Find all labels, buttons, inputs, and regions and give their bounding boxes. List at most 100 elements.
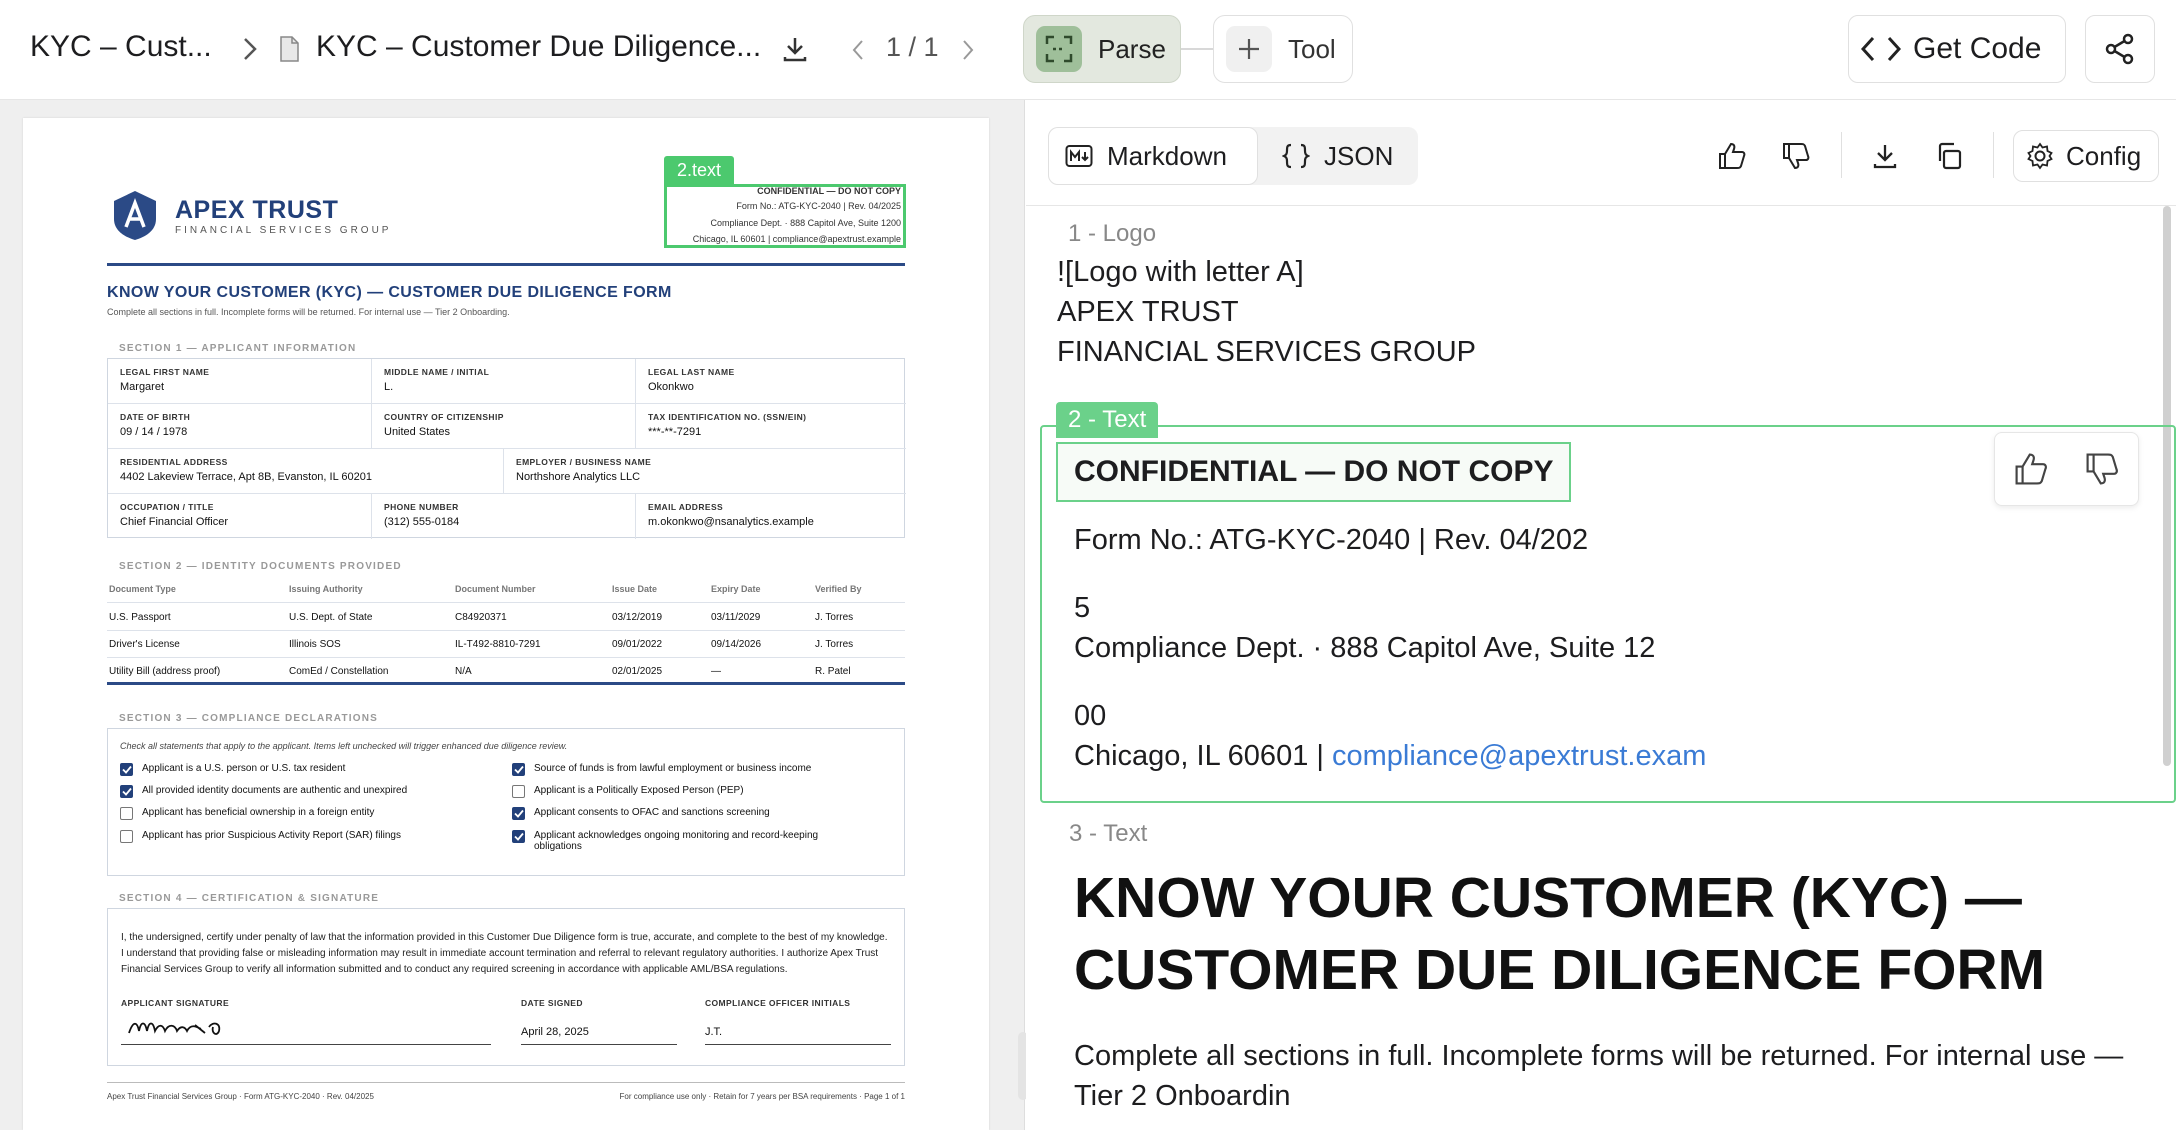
field-value: Okonkwo — [648, 381, 694, 393]
tool-label: Tool — [1288, 33, 1336, 64]
field-citizenship: COUNTRY OF CITIZENSHIP United States — [372, 404, 636, 449]
table-cell: 03/12/2019 — [612, 612, 663, 623]
table-cell: IL-T492-8810-7291 — [455, 639, 541, 650]
top-bar: KYC – Cust... KYC – Customer Due Diligen… — [0, 0, 2176, 100]
format-tabs: Markdown JSON — [1048, 127, 1418, 185]
chevron-right-icon — [236, 34, 264, 64]
document-icon — [277, 34, 301, 64]
toolbar-separator — [1841, 132, 1842, 178]
table-cell: U.S. Passport — [109, 612, 171, 623]
breadcrumb-root[interactable]: KYC – Cust... — [30, 30, 212, 64]
table-cell: U.S. Dept. of State — [289, 612, 373, 623]
share-button[interactable] — [2085, 15, 2155, 83]
plus-icon — [1226, 26, 1272, 72]
table-cell: 09/01/2022 — [612, 639, 663, 650]
thumbs-up-icon[interactable] — [2013, 451, 2049, 487]
field-label: EMAIL ADDRESS — [648, 502, 724, 512]
date-line — [521, 1044, 677, 1045]
next-page-icon[interactable] — [958, 36, 978, 64]
connector-line — [1181, 48, 1213, 50]
declaration-item: All provided identity documents are auth… — [120, 785, 407, 798]
column-header: Verified By — [815, 584, 862, 594]
brand-subtitle: FINANCIAL SERVICES GROUP — [175, 225, 392, 236]
initials-value: J.T. — [705, 1026, 723, 1038]
download-icon[interactable] — [778, 32, 812, 66]
thumbs-up-icon[interactable] — [1714, 138, 1750, 174]
field-value: L. — [384, 381, 394, 393]
field-middle-name: MIDDLE NAME / INITIAL L. — [372, 359, 636, 404]
detected-block-tag[interactable]: 2.text — [664, 156, 734, 184]
section2-label: SECTION 2 — IDENTITY DOCUMENTS PROVIDED — [119, 561, 402, 572]
brand-name: APEX TRUST — [175, 196, 339, 224]
block-text-line: 5 — [1074, 592, 1091, 624]
table-cell: — — [711, 666, 721, 677]
email-link[interactable]: compliance@apextrust.exam — [1332, 740, 1706, 772]
table-cell: 03/11/2029 — [711, 612, 761, 623]
tool-button[interactable]: Tool — [1213, 15, 1353, 83]
download-output-icon[interactable] — [1867, 138, 1903, 174]
code-icon — [1861, 35, 1901, 63]
field-value: United States — [384, 426, 451, 438]
section4-label: SECTION 4 — CERTIFICATION & SIGNATURE — [119, 893, 380, 904]
tab-markdown[interactable]: Markdown — [1048, 127, 1258, 185]
identity-documents-table: Document Type Issuing Authority Document… — [107, 576, 905, 686]
tab-json-label: JSON — [1324, 140, 1394, 171]
get-code-label: Get Code — [1913, 32, 2042, 65]
table-cell: 02/01/2025 — [612, 666, 663, 677]
toolbar-separator — [1993, 132, 1994, 178]
document-preview-pane[interactable]: APEX TRUST FINANCIAL SERVICES GROUP 2.te… — [0, 100, 1028, 1130]
document-page: APEX TRUST FINANCIAL SERVICES GROUP 2.te… — [23, 118, 989, 1130]
field-label: EMPLOYER / BUSINESS NAME — [516, 457, 652, 467]
checkbox-checked-icon — [512, 807, 525, 820]
field-label: OCCUPATION / TITLE — [120, 502, 214, 512]
signature-label: APPLICANT SIGNATURE — [121, 998, 230, 1008]
declaration-item: Source of funds is from lawful employmen… — [512, 763, 811, 776]
column-header: Issuing Authority — [289, 584, 363, 594]
header-line: Chicago, IL 60601 | compliance@apextrust… — [692, 234, 901, 244]
field-occupation: OCCUPATION / TITLE Chief Financial Offic… — [108, 494, 372, 539]
checkbox-checked-icon — [120, 763, 133, 776]
prev-page-icon[interactable] — [848, 36, 868, 64]
config-button[interactable]: Config — [2013, 130, 2159, 182]
copy-icon[interactable] — [1931, 138, 1967, 174]
header-line: CONFIDENTIAL — DO NOT COPY — [757, 186, 901, 196]
header-line: Form No.: ATG-KYC-2040 | Rev. 04/2025 — [736, 201, 901, 211]
declaration-item: Applicant is a Politically Exposed Perso… — [512, 785, 744, 798]
field-value: ***-**-7291 — [648, 426, 702, 438]
checkbox-checked-icon — [512, 763, 525, 776]
tab-json[interactable]: JSON — [1266, 127, 1416, 185]
table-cell: J. Torres — [815, 639, 854, 650]
field-phone: PHONE NUMBER (312) 555-0184 — [372, 494, 636, 539]
declaration-item: Applicant acknowledges ongoing monitorin… — [512, 830, 852, 852]
declaration-text: Applicant consents to OFAC and sanctions… — [534, 807, 770, 818]
output-pane: Markdown JSON Config 1 - Logo ![Logo wit… — [1026, 100, 2176, 1130]
thumbs-down-icon[interactable] — [2084, 451, 2120, 487]
get-code-button[interactable]: Get Code — [1848, 15, 2066, 83]
parse-button[interactable]: Parse — [1023, 15, 1181, 83]
field-value: 09 / 14 / 1978 — [120, 426, 188, 438]
field-last-name: LEGAL LAST NAME Okonkwo — [636, 359, 906, 404]
date-signed-value: April 28, 2025 — [521, 1026, 589, 1038]
field-value: Northshore Analytics LLC — [516, 471, 641, 483]
config-label: Config — [2066, 140, 2142, 171]
field-label: TAX IDENTIFICATION NO. (SSN/EIN) — [648, 412, 807, 422]
declaration-item: Applicant is a U.S. person or U.S. tax r… — [120, 763, 345, 776]
tab-markdown-label: Markdown — [1107, 140, 1227, 171]
checkbox-checked-icon — [120, 785, 133, 798]
footer-right: For compliance use only · Retain for 7 y… — [619, 1092, 905, 1101]
document-name[interactable]: KYC – Customer Due Diligence... — [316, 30, 761, 64]
declaration-item: Applicant has prior Suspicious Activity … — [120, 830, 401, 843]
field-tin: TAX IDENTIFICATION NO. (SSN/EIN) ***-**-… — [636, 404, 906, 449]
column-header: Document Type — [109, 584, 176, 594]
section3-label: SECTION 3 — COMPLIANCE DECLARATIONS — [119, 713, 379, 724]
table-cell: R. Patel — [815, 666, 851, 677]
detected-block-box[interactable]: CONFIDENTIAL — DO NOT COPY Form No.: ATG… — [664, 184, 906, 248]
declaration-text: Applicant has beneficial ownership in a … — [142, 807, 375, 818]
table-cell: J. Torres — [815, 612, 854, 623]
checkbox-empty-icon — [120, 830, 133, 843]
share-icon — [2104, 33, 2136, 65]
thumbs-down-icon[interactable] — [1778, 138, 1814, 174]
checkbox-checked-icon — [512, 830, 525, 843]
date-signed-label: DATE SIGNED — [521, 998, 583, 1008]
table-cell: 09/14/2026 — [711, 639, 762, 650]
